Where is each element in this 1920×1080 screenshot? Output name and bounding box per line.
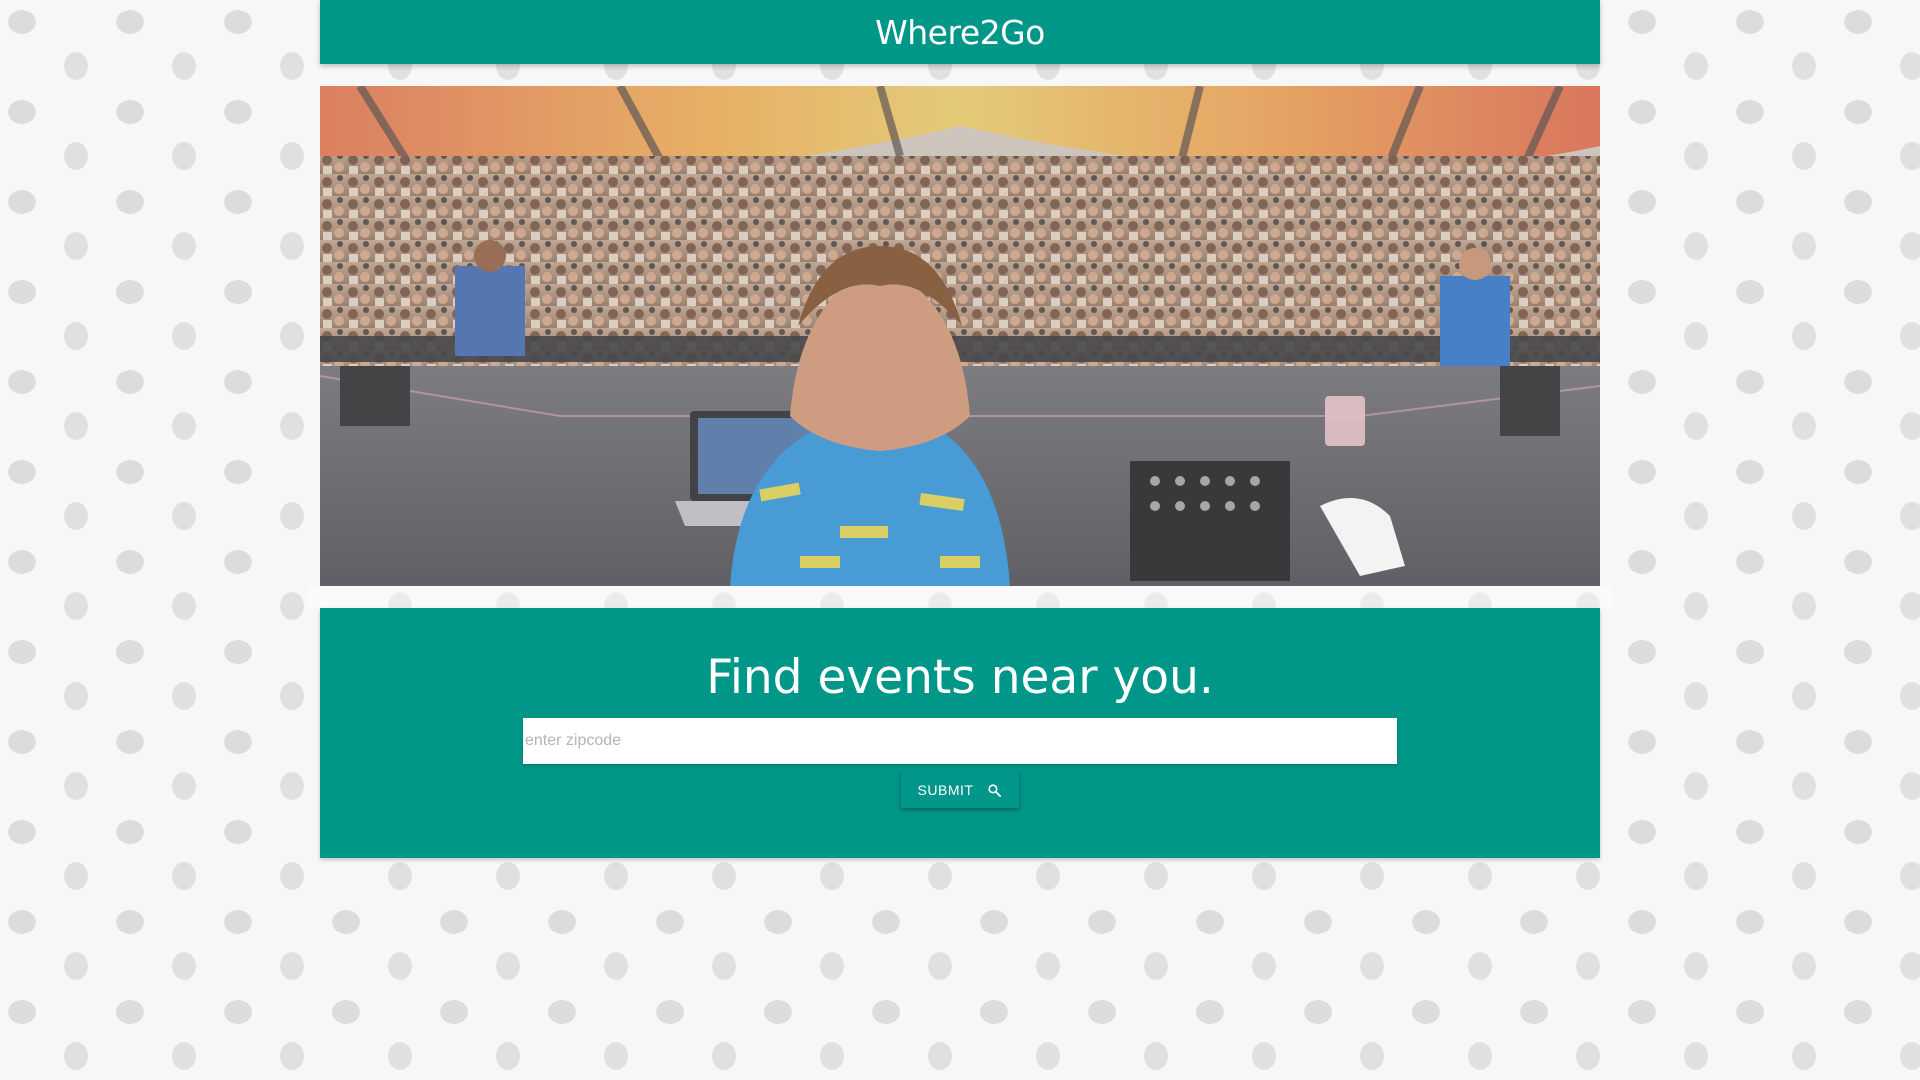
submit-label: SUBMIT: [917, 782, 974, 798]
dj-crowd-photo: [320, 86, 1600, 586]
search-panel: Find events near you. SUBMIT: [320, 608, 1600, 858]
hero-bottom-strip: [308, 586, 1612, 608]
app-title: Where2Go: [875, 12, 1045, 52]
search-icon: [987, 783, 1002, 798]
submit-button[interactable]: SUBMIT: [901, 772, 1019, 808]
hero-image: [320, 86, 1600, 586]
app-header: Where2Go: [320, 0, 1600, 64]
search-heading: Find events near you.: [706, 650, 1214, 705]
zipcode-input[interactable]: [523, 718, 1397, 764]
